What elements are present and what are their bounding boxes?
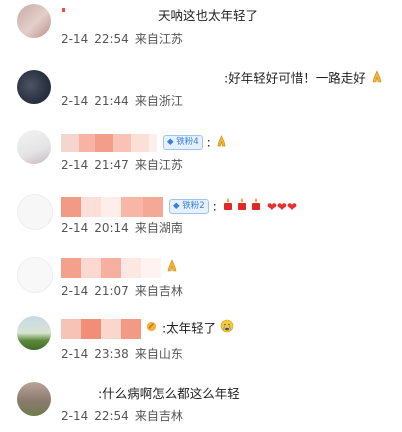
blurred-username bbox=[61, 196, 163, 217]
diamond-badge-icon: ◆ bbox=[166, 137, 174, 147]
comment-meta: 2-14 22:54 来自江苏 bbox=[61, 31, 183, 47]
candle-icon bbox=[221, 197, 235, 217]
avatar[interactable] bbox=[17, 70, 51, 104]
comment-location: 来自江苏 bbox=[134, 32, 183, 46]
comment-time: 22:54 bbox=[94, 32, 129, 46]
comment-date: 2-14 bbox=[61, 32, 89, 46]
folded-hands-icon bbox=[215, 133, 228, 153]
red-heart-icon: ❤ bbox=[286, 199, 298, 214]
blurred-username bbox=[61, 318, 141, 339]
comment-text: 天呐这也太年轻了 bbox=[158, 8, 259, 23]
comment-meta: 2-14 20:14 来自湖南 bbox=[61, 220, 183, 236]
comment-location: 来自吉林 bbox=[134, 284, 183, 298]
avatar[interactable] bbox=[17, 130, 51, 164]
comment-time: 21:44 bbox=[94, 94, 129, 108]
comment-time: 20:14 bbox=[94, 221, 129, 235]
fan-badge[interactable]: ◆ 铁粉2 bbox=[168, 199, 209, 214]
comment-text: ◆ 铁粉4 : bbox=[61, 132, 228, 152]
fan-badge[interactable]: ◆ 铁粉4 bbox=[162, 135, 203, 150]
blurred-username bbox=[61, 257, 161, 278]
avatar[interactable] bbox=[17, 382, 51, 416]
comment-date: 2-14 bbox=[61, 158, 89, 172]
red-heart-icon: ❤ bbox=[266, 199, 277, 214]
comment-text: ◆ 铁粉2 : ❤❤❤ bbox=[61, 196, 298, 217]
comment-text: :什么病啊怎么都这么年轻 bbox=[98, 386, 240, 401]
avatar[interactable] bbox=[17, 194, 53, 230]
candle-icon bbox=[235, 197, 249, 217]
comment-text bbox=[61, 257, 179, 278]
comment-date: 2-14 bbox=[61, 221, 89, 235]
comment-text: :好年轻好可惜！一路走好 bbox=[224, 68, 384, 88]
avatar[interactable] bbox=[17, 4, 51, 38]
comment-date: 2-14 bbox=[61, 347, 89, 361]
red-mark bbox=[62, 8, 65, 12]
comment-date: 2-14 bbox=[61, 284, 89, 298]
blurred-username bbox=[61, 133, 157, 152]
avatar[interactable] bbox=[17, 316, 51, 350]
comment-location: 来自山东 bbox=[134, 347, 183, 361]
avatar[interactable] bbox=[17, 257, 53, 293]
comment-location: 来自湖南 bbox=[134, 221, 183, 235]
red-heart-icon: ❤ bbox=[276, 199, 287, 214]
comment-location: 来自吉林 bbox=[134, 409, 183, 423]
comment-time: 21:47 bbox=[94, 158, 129, 172]
comment-location: 来自江苏 bbox=[134, 158, 183, 172]
folded-hands-icon bbox=[165, 258, 179, 278]
hand-emoji-icon bbox=[145, 319, 158, 339]
crying-face-icon bbox=[220, 319, 234, 339]
comment-list: 天呐这也太年轻了 2-14 22:54 来自江苏 :好年轻好可惜！一路走好 2-14… bbox=[0, 0, 402, 432]
comment-location: 来自浙江 bbox=[134, 94, 183, 108]
comment-meta: 2-14 23:38 来自山东 bbox=[61, 346, 183, 362]
comment-meta: 2-14 21:44 来自浙江 bbox=[61, 93, 183, 109]
comment-meta: 2-14 21:47 来自江苏 bbox=[61, 157, 183, 173]
comment-date: 2-14 bbox=[61, 94, 89, 108]
comment-meta: 2-14 22:54 来自吉林 bbox=[61, 408, 183, 424]
comment-time: 21:07 bbox=[94, 284, 129, 298]
comment-date: 2-14 bbox=[61, 409, 89, 423]
folded-hands-icon bbox=[370, 69, 384, 89]
comment-meta: 2-14 21:07 来自吉林 bbox=[61, 283, 183, 299]
comment-time: 23:38 bbox=[94, 347, 129, 361]
candle-icon bbox=[249, 197, 263, 217]
diamond-badge-icon: ◆ bbox=[172, 201, 180, 211]
comment-time: 22:54 bbox=[94, 409, 129, 423]
comment-text: :太年轻了 bbox=[61, 318, 234, 339]
